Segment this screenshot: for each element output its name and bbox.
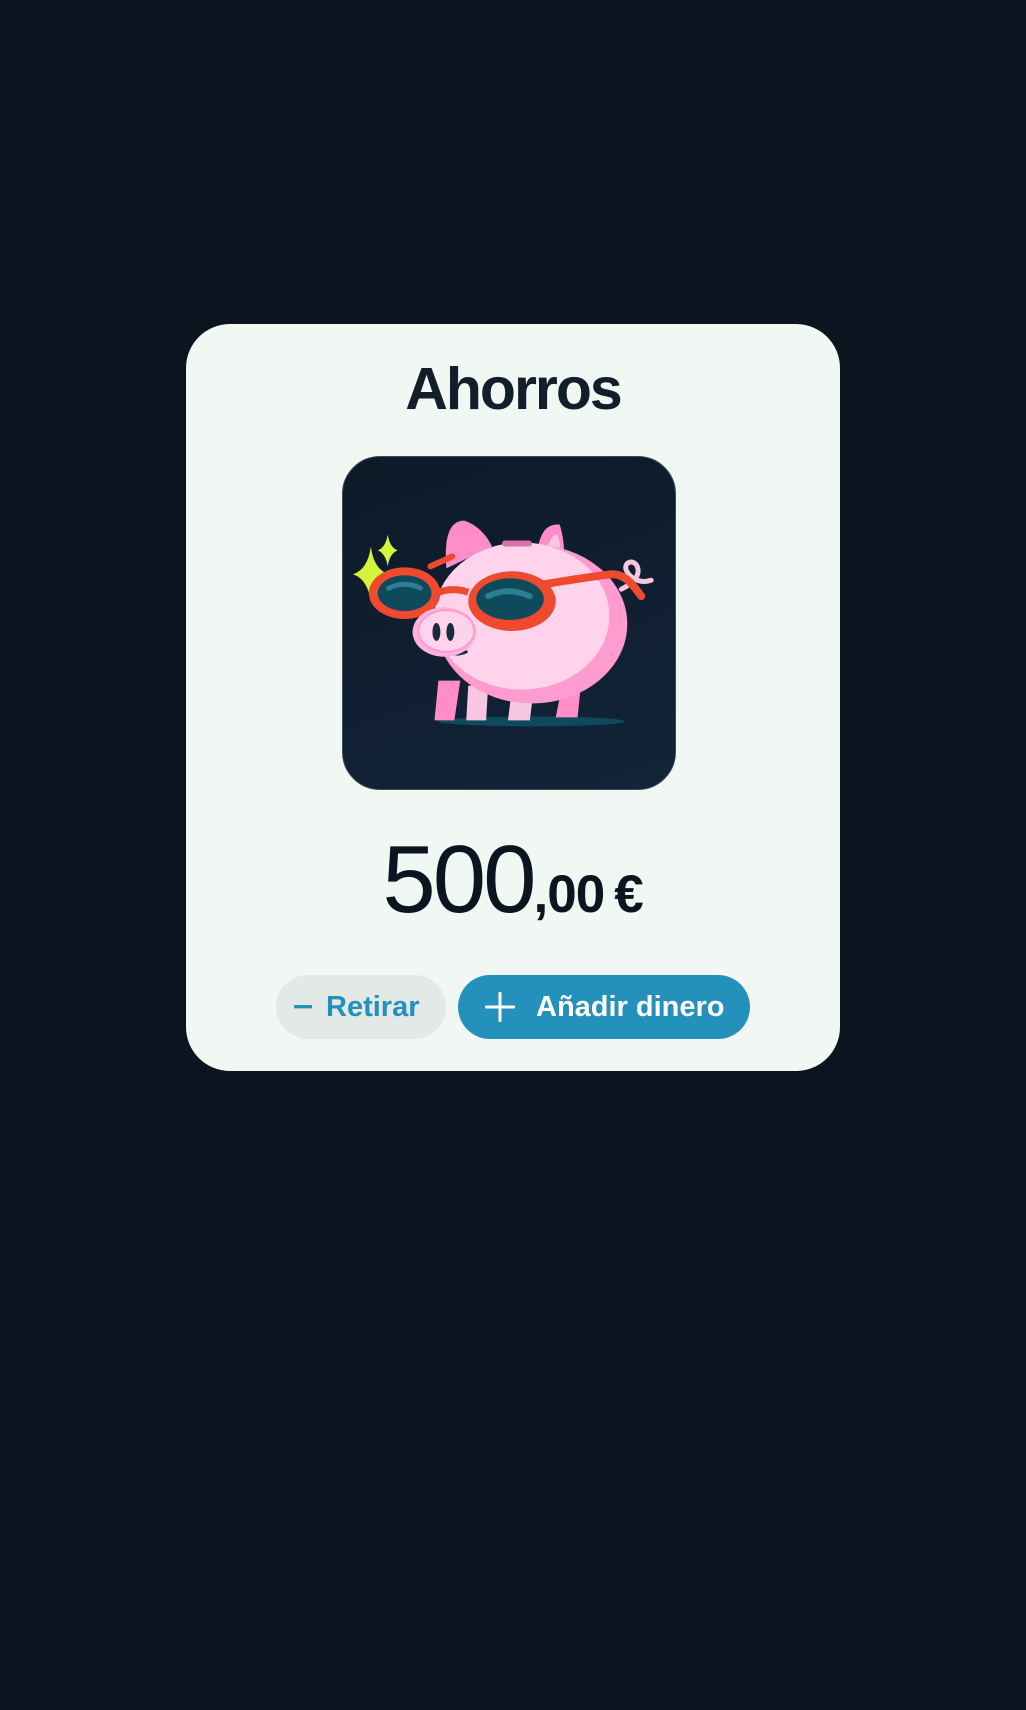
balance-amount: 500,00 € (186, 832, 840, 928)
balance-currency: € (614, 865, 644, 924)
add-money-button[interactable]: Añadir dinero (458, 975, 750, 1039)
piggy-bank-icon (352, 520, 654, 727)
savings-card: Ahorros 500,00 € Retirar Añadir dinero (186, 324, 840, 1071)
balance-decimals: ,00 (533, 865, 606, 924)
balance-integer: 500 (382, 826, 536, 933)
minus-icon (294, 1005, 312, 1009)
withdraw-button[interactable]: Retirar (276, 975, 446, 1039)
card-title: Ahorros (405, 356, 622, 422)
add-money-button-label: Añadir dinero (536, 990, 725, 1023)
plus-icon (484, 991, 516, 1023)
withdraw-button-label: Retirar (326, 990, 420, 1023)
piggy-bank-illustration (342, 456, 676, 790)
